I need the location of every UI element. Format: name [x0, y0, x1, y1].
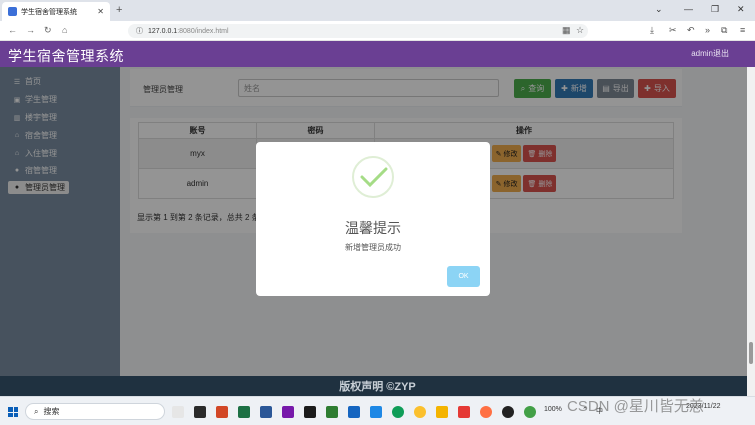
app-icon[interactable] — [370, 406, 382, 418]
scrollbar-thumb[interactable] — [749, 342, 753, 364]
taskbar-search-label: 搜索 — [43, 407, 60, 416]
toolbar-next-icon[interactable]: » — [705, 25, 710, 35]
vscode-icon[interactable] — [348, 406, 360, 418]
tab-favicon-icon — [8, 7, 17, 16]
dialog-message: 新增管理员成功 — [345, 243, 401, 252]
footer: 版权声明 ©ZYP — [0, 376, 755, 396]
browser-tab-bar: 学生宿舍管理系统 ✕ + ⌄ — ❐ ✕ — [0, 0, 755, 21]
maximize-icon[interactable]: ❐ — [711, 4, 719, 15]
qq-icon[interactable] — [502, 406, 514, 418]
download-icon[interactable]: ⤓ — [650, 25, 654, 36]
site-info-icon[interactable]: ⓘ — [136, 26, 143, 36]
tab-close-icon[interactable]: ✕ — [97, 7, 104, 16]
browser-tab[interactable]: 学生宿舍管理系统 ✕ — [2, 2, 110, 21]
folder-icon[interactable] — [436, 406, 448, 418]
search-icon: ⌕ — [34, 406, 39, 416]
url-host: 127.0.0.1 — [148, 27, 178, 35]
csdn-watermark: CSDN @星川皆无恙 — [567, 398, 704, 415]
forward-icon[interactable]: → — [26, 25, 35, 35]
chrome-icon[interactable] — [414, 406, 426, 418]
word-icon[interactable] — [260, 406, 272, 418]
minimize-icon[interactable]: — — [684, 4, 693, 14]
reload-icon[interactable]: ↻ — [44, 25, 52, 36]
close-window-icon[interactable]: ✕ — [737, 4, 745, 15]
firefox-icon[interactable] — [480, 406, 492, 418]
app-icon[interactable] — [194, 406, 206, 418]
tab-search-icon[interactable]: ⌄ — [655, 4, 663, 15]
app-header: 学生宿舍管理系统 admin退出 — [0, 41, 755, 67]
back-icon[interactable]: ← — [8, 25, 17, 35]
tab-title: 学生宿舍管理系统 — [21, 8, 77, 16]
excel-icon[interactable] — [238, 406, 250, 418]
menu-icon[interactable]: ≡ — [740, 25, 745, 35]
url-field[interactable]: ⓘ 127.0.0.1:8080/index.html — [128, 24, 588, 38]
address-bar-row: ← → ↻ ⌂ ⓘ 127.0.0.1:8080/index.html ▦ ☆ … — [0, 21, 755, 41]
ok-button[interactable]: OK — [447, 266, 480, 287]
task-view-icon[interactable] — [172, 406, 184, 418]
app-icon[interactable] — [326, 406, 338, 418]
edge-icon[interactable] — [392, 406, 404, 418]
battery-indicator[interactable]: 100% — [544, 406, 562, 413]
home-icon[interactable]: ⌂ — [62, 25, 67, 35]
url-path: :8080/index.html — [177, 27, 229, 35]
wechat-icon[interactable] — [524, 406, 536, 418]
windows-start-icon[interactable] — [8, 407, 18, 417]
page-scrollbar[interactable] — [747, 67, 755, 396]
dialog-title: 温馨提示 — [345, 220, 401, 236]
pycharm-icon[interactable] — [304, 406, 316, 418]
app-title: 学生宿舍管理系统 — [8, 48, 124, 64]
undo-icon[interactable]: ↶ — [687, 25, 695, 36]
success-dialog: 温馨提示 新增管理员成功 OK — [256, 142, 490, 296]
favorite-star-icon[interactable]: ☆ — [576, 25, 584, 36]
extensions-icon[interactable]: ⧉ — [721, 25, 727, 36]
success-check-icon — [352, 156, 394, 198]
wps-icon[interactable] — [458, 406, 470, 418]
new-tab-icon[interactable]: + — [116, 4, 122, 16]
copyright-text: 版权声明 ©ZYP — [339, 381, 416, 393]
extension-icon[interactable]: ✂ — [669, 25, 677, 36]
logout-link[interactable]: admin退出 — [691, 48, 729, 59]
taskbar-search[interactable]: ⌕ 搜索 — [25, 403, 165, 420]
powerpoint-icon[interactable] — [216, 406, 228, 418]
onenote-icon[interactable] — [282, 406, 294, 418]
qr-icon[interactable]: ▦ — [562, 25, 571, 36]
